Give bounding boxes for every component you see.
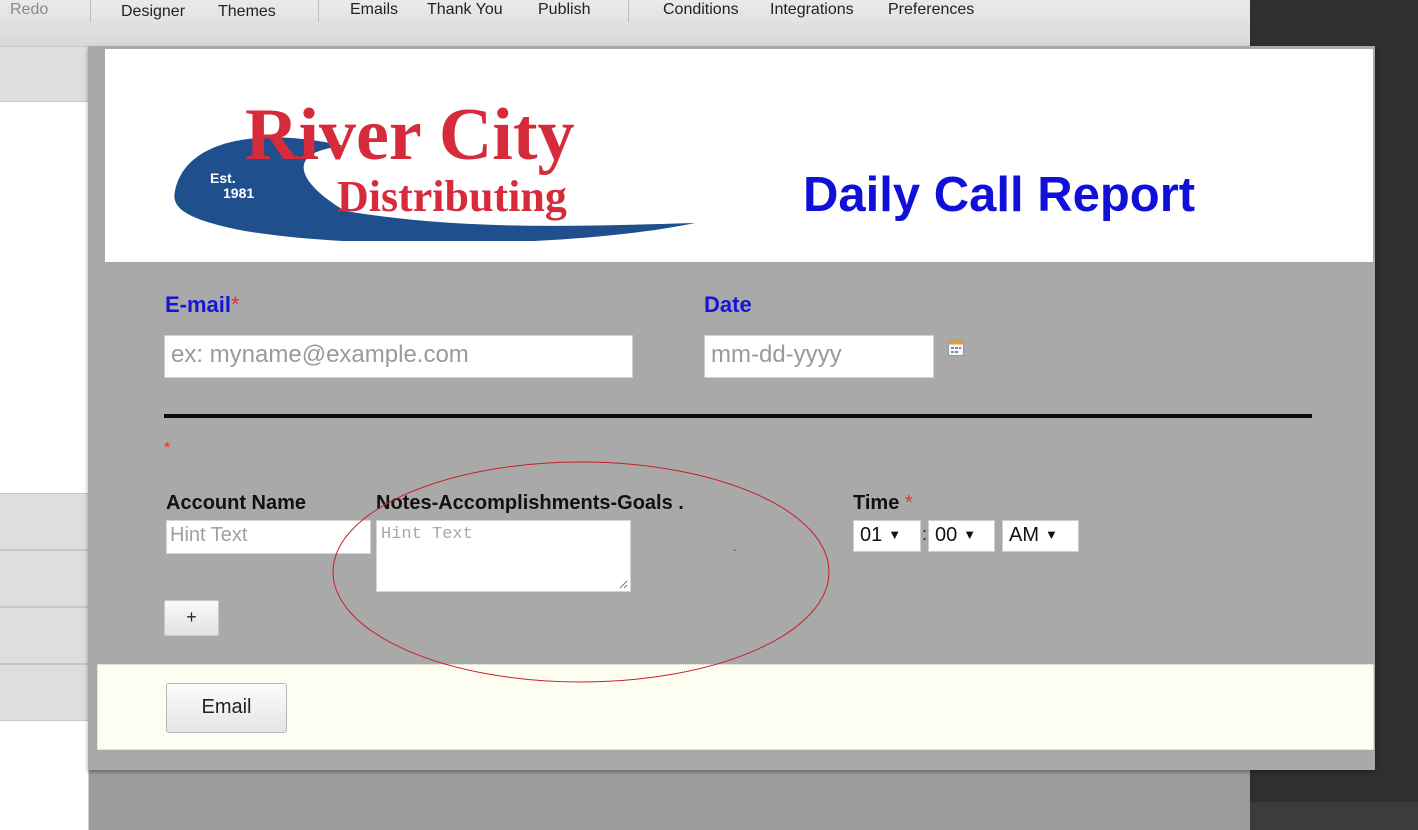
add-row-button[interactable]: + (164, 600, 219, 636)
right-panel-footer (1250, 802, 1418, 830)
section-required-marker: * (164, 440, 171, 457)
time-hour-select[interactable]: 01 ▼ (853, 520, 921, 552)
redo-button[interactable]: Redo (10, 1, 48, 19)
logo-name-line1: River City (245, 94, 575, 176)
required-marker: * (231, 292, 240, 317)
dropdown-arrow-icon: ▼ (1045, 527, 1058, 542)
email-label: E-mail* (165, 292, 240, 318)
email-submit-button[interactable]: Email (166, 683, 287, 733)
time-label-text: Time (853, 492, 900, 514)
tab-publish[interactable]: Publish (538, 1, 590, 19)
logo-est: Est. (210, 170, 236, 186)
annotation-ellipse (332, 461, 830, 683)
calendar-icon[interactable] (948, 340, 964, 356)
logo-year: 1981 (223, 185, 254, 201)
top-toolbar: Redo Designer Themes Emails Thank You Pu… (0, 0, 1250, 47)
tab-themes[interactable]: Themes (218, 3, 276, 21)
left-panel-item[interactable] (0, 550, 88, 607)
toolbar-divider (628, 0, 629, 22)
time-hour-value: 01 (860, 524, 883, 546)
tab-thank-you[interactable]: Thank You (427, 1, 503, 19)
left-panel-item[interactable] (0, 46, 88, 102)
left-panel-item[interactable] (0, 493, 88, 550)
date-field[interactable]: mm-dd-yyyy (704, 335, 934, 378)
time-ampm-value: AM (1009, 524, 1039, 546)
tab-emails[interactable]: Emails (350, 1, 398, 19)
tab-integrations[interactable]: Integrations (770, 1, 854, 19)
time-ampm-select[interactable]: AM ▼ (1002, 520, 1079, 552)
required-marker: * (904, 492, 913, 514)
left-panel-item[interactable] (0, 664, 88, 721)
dropdown-arrow-icon: ▼ (963, 527, 977, 542)
dropdown-arrow-icon: ▼ (888, 527, 902, 542)
date-label: Date (704, 292, 752, 317)
logo-name-line2: Distributing (337, 172, 567, 221)
tab-conditions[interactable]: Conditions (663, 1, 739, 19)
time-label: Time * (853, 492, 913, 515)
left-panel (0, 46, 89, 830)
tab-preferences[interactable]: Preferences (888, 1, 974, 19)
form-header: Est. 1981 River City Distributing Daily … (105, 49, 1373, 262)
account-name-label: Account Name (166, 492, 307, 514)
section-divider (164, 414, 1312, 418)
time-separator: : (922, 524, 928, 544)
toolbar-divider (90, 0, 91, 22)
tab-designer[interactable]: Designer (121, 3, 185, 21)
page-title: Daily Call Report (803, 168, 1196, 222)
toolbar-divider (318, 0, 319, 22)
company-logo: Est. 1981 River City Distributing (174, 94, 695, 241)
time-minute-value: 00 (935, 524, 958, 546)
email-field[interactable]: ex: myname@example.com (164, 335, 633, 378)
left-panel-item[interactable] (0, 607, 88, 664)
time-minute-select[interactable]: 00 ▼ (928, 520, 995, 552)
email-label-text: E-mail (165, 292, 232, 317)
